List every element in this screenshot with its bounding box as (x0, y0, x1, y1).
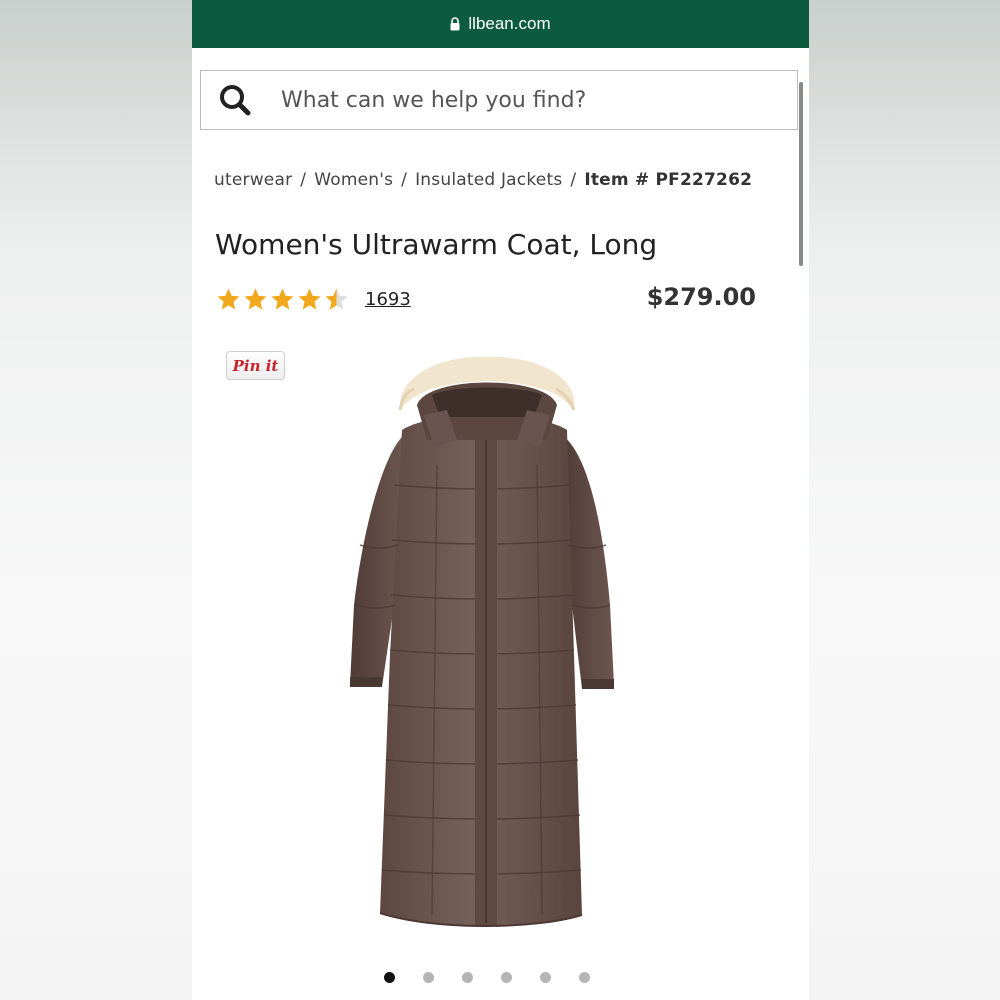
address-bar[interactable]: llbean.com (192, 0, 809, 48)
star-icon (217, 288, 240, 309)
mobile-page: llbean.com uterwear / Women's / Insulated Ja… (192, 0, 809, 1000)
breadcrumb-link-womens[interactable]: Women's (314, 170, 393, 190)
rating-row[interactable]: 1693 (216, 284, 411, 314)
star-rating[interactable] (216, 287, 349, 312)
product-image[interactable] (342, 355, 627, 935)
review-count-link[interactable]: 1693 (365, 289, 411, 310)
breadcrumb-separator: / (570, 170, 577, 190)
star-icon (271, 288, 294, 309)
product-title: Women's Ultrawarm Coat, Long (215, 228, 658, 261)
image-carousel-dots[interactable] (384, 972, 590, 983)
background-left (0, 0, 192, 1000)
carousel-dot[interactable] (384, 972, 395, 983)
pin-it-button[interactable]: Pin it (226, 351, 285, 380)
search-input[interactable] (279, 86, 783, 114)
item-number: Item # PF227262 (584, 170, 753, 190)
lock-icon (450, 17, 460, 31)
breadcrumb-separator: / (401, 170, 408, 190)
carousel-dot[interactable] (462, 972, 473, 983)
url-text: llbean.com (468, 14, 551, 33)
carousel-dot[interactable] (501, 972, 512, 983)
breadcrumb: uterwear / Women's / Insulated Jackets / Item … (214, 170, 799, 196)
product-price: $279.00 (646, 283, 756, 311)
breadcrumb-separator: / (300, 170, 307, 190)
breadcrumb-link-insulated-jackets[interactable]: Insulated Jackets (415, 170, 562, 190)
carousel-dot[interactable] (540, 972, 551, 983)
scrollbar[interactable] (799, 82, 803, 266)
background-right (809, 0, 1000, 1000)
carousel-dot[interactable] (579, 972, 590, 983)
star-icon (325, 288, 348, 309)
search-icon[interactable] (217, 82, 253, 118)
search-bar[interactable] (200, 70, 798, 130)
breadcrumb-link-outerwear[interactable]: uterwear (214, 170, 292, 190)
star-icon (244, 288, 267, 309)
star-icon (298, 288, 321, 309)
carousel-dot[interactable] (423, 972, 434, 983)
